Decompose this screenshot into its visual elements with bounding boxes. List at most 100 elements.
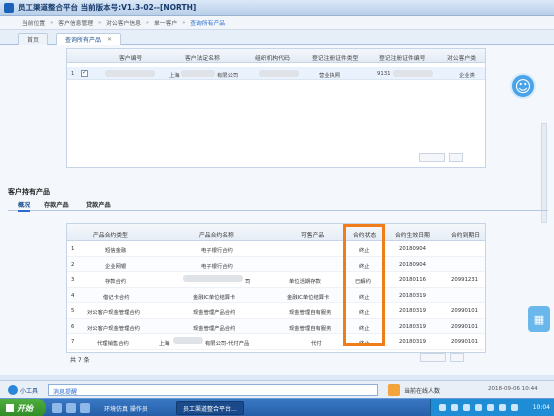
- table-row[interactable]: 1 上海 有限公司 营业执照 9131 企业类: [67, 67, 485, 80]
- cell-start: 20180904: [399, 246, 426, 252]
- column-header[interactable]: 产品合约名称: [199, 230, 234, 239]
- cell-status: 已解约: [355, 279, 371, 285]
- table-row[interactable]: 1 短信金融 电子银行合约 终止 20180904: [67, 241, 485, 257]
- row-checkbox[interactable]: [81, 69, 88, 77]
- table-row[interactable]: 4 借记卡合约 金融IC单位结算卡 金融IC单位结算卡 终止 20180319: [67, 287, 485, 303]
- redacted-name: [173, 337, 203, 344]
- cell-location: 上海: [169, 73, 180, 79]
- cell-end: 20990101: [451, 323, 478, 330]
- tray-icon[interactable]: [463, 404, 470, 411]
- breadcrumb-separator: »: [182, 19, 186, 26]
- cell-status: 终止: [359, 310, 370, 316]
- column-header[interactable]: 登记注册证件编号: [379, 53, 425, 62]
- app-logo-icon: [4, 2, 14, 13]
- prev-page-button[interactable]: [420, 353, 446, 362]
- cell-end: 20990101: [451, 339, 478, 345]
- next-page-button[interactable]: [450, 353, 464, 362]
- window-titlebar: 员工渠道整合平台 当前版本号:V1.3-02--[NORTH]: [0, 0, 554, 16]
- next-page-button[interactable]: [449, 153, 463, 162]
- breadcrumb-item[interactable]: 客户信息管理: [58, 18, 93, 27]
- close-icon[interactable]: ✕: [107, 36, 112, 43]
- cell-cert-no: 9131: [377, 71, 391, 77]
- table-row[interactable]: 2 企业网银 电子银行合约 终止 20180904: [67, 256, 485, 272]
- tab-home[interactable]: 首页: [18, 33, 49, 45]
- tray-icon[interactable]: [475, 404, 482, 411]
- quicklaunch-icon[interactable]: [52, 403, 62, 413]
- message-input[interactable]: 消息提醒: [48, 384, 378, 396]
- grid-menu-icon[interactable]: ▦: [528, 306, 550, 332]
- message-input-value: 消息提醒: [53, 389, 78, 396]
- column-header[interactable]: 对公客户类: [447, 53, 476, 62]
- column-header[interactable]: 组织机构代码: [255, 53, 290, 62]
- row-index: 1: [71, 71, 75, 77]
- column-header[interactable]: 合约生效日期: [395, 230, 430, 239]
- product-grid-body: 1 短信金融 电子银行合约 终止 20180904 2 企业网银 电子银行合约 …: [67, 241, 485, 350]
- table-row[interactable]: 6 对公客户现金管理合约 现金管理产品合约 现金管理自有服务 终止 201803…: [67, 318, 485, 334]
- column-header[interactable]: 合约状态: [353, 230, 376, 239]
- subtab-overview[interactable]: 概况: [18, 200, 31, 212]
- cell-sellable: 金融IC单位结算卡: [287, 294, 330, 301]
- bottom-toolbar: 小工具 消息提醒 当前在线人数 2018-09-06 10:44: [0, 380, 554, 398]
- product-grid: 产品合约类型 产品合约名称 可售产品 合约状态 合约生效日期 合约到期日 1 短…: [66, 223, 486, 353]
- column-header[interactable]: 可售产品: [301, 230, 324, 239]
- tray-icon[interactable]: [487, 404, 494, 411]
- cell-start: 20180319: [399, 323, 426, 330]
- cell-no: 4: [71, 292, 75, 299]
- tab-query-products[interactable]: 查询所有产品 ✕: [56, 33, 122, 45]
- subtab-loan[interactable]: 贷款产品: [86, 200, 111, 209]
- breadcrumb-separator: »: [98, 19, 102, 26]
- tray-icon[interactable]: [439, 404, 446, 411]
- quicklaunch-icon[interactable]: [66, 403, 76, 413]
- table-row[interactable]: 5 对公客户现金管理合约 现金管理产品合约 现金管理自有服务 终止 201803…: [67, 303, 485, 319]
- start-label: 开始: [17, 403, 33, 413]
- breadcrumb-item[interactable]: 单一客户: [154, 18, 177, 27]
- tray-icon[interactable]: [511, 404, 518, 411]
- column-header[interactable]: 合约到期日: [451, 230, 480, 239]
- tray-icon[interactable]: [499, 404, 506, 411]
- product-grid-pager: [420, 353, 464, 362]
- cell-end: 20991231: [451, 277, 478, 283]
- tab-label: 首页: [27, 37, 40, 44]
- task-label: 员工渠道整合平台...: [183, 405, 237, 413]
- cell-type: 代理销售合约: [97, 341, 129, 347]
- column-header[interactable]: 登记注册证件类型: [312, 53, 358, 62]
- cell-start: 20180319: [399, 339, 426, 345]
- notification-icon[interactable]: [388, 384, 400, 396]
- breadcrumb-item[interactable]: 对公客户信息: [106, 18, 141, 27]
- cell-name: 电子银行合约: [201, 248, 233, 254]
- windows-logo-icon: [6, 404, 14, 412]
- online-users-label: 当前在线人数: [404, 388, 441, 395]
- breadcrumb-separator: »: [50, 19, 54, 26]
- column-header[interactable]: 客户法定名称: [185, 53, 220, 62]
- cell-no: 7: [71, 339, 75, 345]
- taskbar-task[interactable]: 环境仿真 操作员: [98, 401, 154, 415]
- table-row[interactable]: 3 存款合约 司 单位活期存款 已解约 20180116 20991231: [67, 272, 485, 288]
- taskbar-task-active[interactable]: 员工渠道整合平台...: [176, 401, 244, 415]
- subtab-deposit[interactable]: 存款产品: [44, 200, 69, 209]
- table-row[interactable]: 7 代理销售合约 上海 有限公司-代付产品 代付 终止 20180319 209…: [67, 334, 485, 350]
- tools-label[interactable]: 小工具: [20, 386, 38, 395]
- start-button[interactable]: 开始: [0, 399, 46, 416]
- quicklaunch-icon[interactable]: [80, 403, 90, 413]
- column-header[interactable]: 客户编号: [119, 53, 142, 62]
- breadcrumb: 当前位置 » 客户信息管理 » 对公客户信息 » 单一客户 » 查询所有产品: [0, 16, 554, 30]
- breadcrumb-item: 当前位置: [22, 21, 46, 27]
- cell-start: 20180319: [399, 308, 426, 314]
- tab-label: 查询所有产品: [65, 37, 102, 44]
- customer-grid-pager: [419, 153, 463, 162]
- prev-page-button[interactable]: [419, 153, 445, 162]
- cell-name: 现金管理产品合约: [193, 325, 236, 332]
- cell-name: 电子银行合约: [201, 263, 233, 270]
- tab-bar: 首页 查询所有产品 ✕: [0, 30, 554, 45]
- total-count: 共 7 条: [70, 357, 90, 364]
- taskbar: 开始 环境仿真 操作员 员工渠道整合平台... 10:04: [0, 398, 554, 416]
- cell-sellable: 代付: [311, 341, 322, 347]
- column-header[interactable]: 产品合约类型: [93, 230, 128, 239]
- tray-icon[interactable]: [451, 404, 458, 411]
- smiley-assistant-icon[interactable]: ☺: [510, 73, 536, 99]
- tools-icon[interactable]: [8, 385, 18, 395]
- redacted-customer-id: [105, 70, 155, 77]
- cell-type: 对公客户现金管理合约: [87, 310, 140, 316]
- section-title: 客户持有产品: [8, 188, 50, 196]
- datetime: 2018-09-06 10:44: [488, 386, 538, 392]
